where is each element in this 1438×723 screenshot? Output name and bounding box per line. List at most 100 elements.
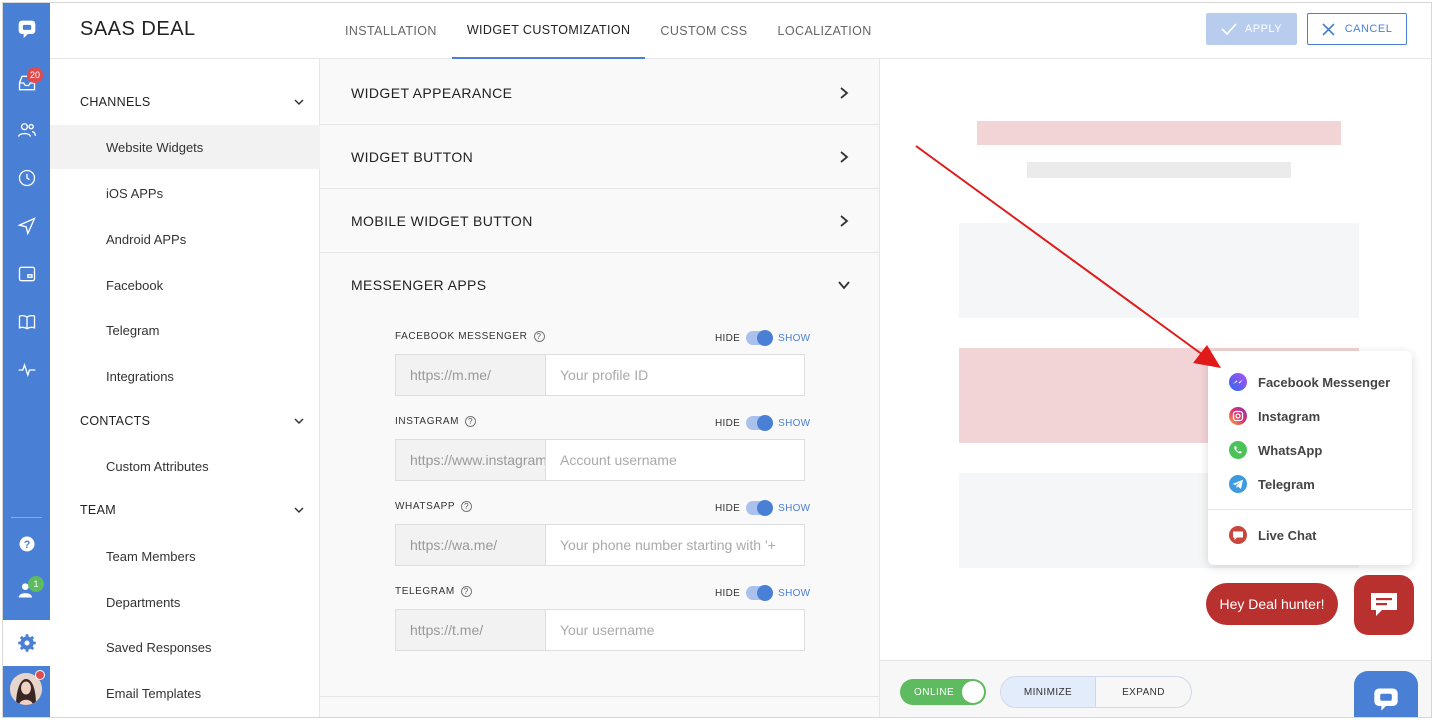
- telegram-icon: [1228, 474, 1248, 494]
- apply-button[interactable]: APPLY: [1206, 13, 1297, 45]
- send-icon[interactable]: [3, 206, 50, 246]
- placeholder-block: [959, 223, 1359, 318]
- accordion-title: WIDGET APPEARANCE: [351, 84, 513, 101]
- settings-gear-icon[interactable]: [3, 620, 50, 666]
- url-prefix: https://www.instagram.com/: [396, 440, 546, 480]
- cancel-button[interactable]: CANCEL: [1307, 13, 1407, 45]
- popup-live-chat[interactable]: Live Chat: [1228, 525, 1317, 545]
- sidebar-item-facebook[interactable]: Facebook: [50, 263, 320, 307]
- whatsapp-toggle[interactable]: [746, 500, 774, 516]
- popup-item-label: Instagram: [1258, 408, 1321, 424]
- popup-item-label: Live Chat: [1258, 527, 1317, 543]
- visitors-icon[interactable]: [3, 570, 50, 610]
- online-label: ONLINE: [914, 686, 955, 698]
- facebook-messenger-field: https://m.me/: [395, 354, 805, 396]
- facebook-messenger-toggle[interactable]: [746, 330, 774, 346]
- accordion-title: MOBILE WIDGET BUTTON: [351, 212, 533, 229]
- help-question-icon[interactable]: ?: [461, 501, 473, 512]
- sidebar-item-website-widgets[interactable]: Website Widgets: [50, 125, 320, 169]
- history-clock-icon[interactable]: [3, 158, 50, 198]
- facebook-messenger-label: FACEBOOK MESSENGER ?: [395, 331, 545, 342]
- placeholder-bar: [1027, 162, 1291, 178]
- chat-window-icon: [1374, 688, 1398, 711]
- live-chat-icon: [1228, 525, 1248, 545]
- whatsapp-field: https://wa.me/: [395, 524, 805, 566]
- accordion-widget-appearance[interactable]: WIDGET APPEARANCE: [320, 61, 880, 125]
- inbox-badge: 20: [27, 67, 44, 83]
- tab-localization[interactable]: LOCALIZATION: [763, 3, 887, 59]
- field-label-text: INSTAGRAM: [395, 416, 460, 427]
- widget-preview: Facebook Messenger Instagram WhatsApp Te…: [880, 59, 1431, 717]
- section-team-title: TEAM: [80, 503, 116, 517]
- sidebar-item-saved-responses[interactable]: Saved Responses: [50, 625, 320, 669]
- accordion-mobile-widget-button[interactable]: MOBILE WIDGET BUTTON: [320, 189, 880, 253]
- inbox-icon[interactable]: [3, 63, 50, 103]
- whatsapp-phone-input[interactable]: [546, 525, 804, 565]
- preview-controls: ONLINE MINIMIZE EXPAND: [880, 660, 1431, 717]
- sidebar-item-telegram[interactable]: Telegram: [50, 308, 320, 352]
- sidebar-item-ios-apps[interactable]: iOS APPs: [50, 171, 320, 215]
- help-question-icon[interactable]: ?: [465, 416, 477, 427]
- instagram-icon: [1228, 406, 1248, 426]
- section-team[interactable]: TEAM: [50, 495, 320, 525]
- sidebar-item-email-templates[interactable]: Email Templates: [50, 671, 320, 715]
- facebook-profile-input[interactable]: [546, 355, 804, 395]
- facebook-messenger-visibility: HIDE SHOW: [715, 330, 810, 346]
- sidebar-item-team-members[interactable]: Team Members: [50, 534, 320, 578]
- hide-label: HIDE: [715, 417, 741, 429]
- popup-telegram[interactable]: Telegram: [1228, 474, 1315, 494]
- popup-item-label: WhatsApp: [1258, 442, 1323, 458]
- activity-pulse-icon[interactable]: [3, 350, 50, 390]
- expand-button[interactable]: EXPAND: [1096, 677, 1191, 707]
- logo-icon[interactable]: [3, 9, 50, 49]
- online-toggle[interactable]: ONLINE: [900, 679, 986, 705]
- tab-bar: INSTALLATION WIDGET CUSTOMIZATION CUSTOM…: [330, 3, 887, 59]
- chevron-down-icon: [294, 418, 304, 425]
- close-icon: [1322, 22, 1335, 36]
- help-question-icon[interactable]: ?: [460, 586, 472, 597]
- tab-installation[interactable]: INSTALLATION: [330, 3, 452, 59]
- url-prefix: https://t.me/: [396, 610, 546, 650]
- instagram-username-input[interactable]: [546, 440, 804, 480]
- hide-label: HIDE: [715, 332, 741, 344]
- accordion-widget-button[interactable]: WIDGET BUTTON: [320, 125, 880, 189]
- show-label: SHOW: [778, 502, 811, 514]
- popup-instagram[interactable]: Instagram: [1228, 406, 1320, 426]
- knowledge-book-icon[interactable]: [3, 302, 50, 342]
- top-bar: SAAS DEAL INSTALLATION WIDGET CUSTOMIZAT…: [50, 3, 1431, 59]
- telegram-visibility: HIDE SHOW: [715, 585, 810, 601]
- cancel-label: CANCEL: [1344, 23, 1393, 35]
- app-window: 20 ? 1 SAAS DEAL INSTALLATION WIDGET CUS…: [2, 2, 1432, 718]
- chevron-right-icon: [840, 151, 849, 163]
- widget-window-icon[interactable]: [3, 254, 50, 294]
- telegram-field: https://t.me/: [395, 609, 805, 651]
- section-contacts-title: CONTACTS: [80, 414, 151, 428]
- popup-facebook-messenger[interactable]: Facebook Messenger: [1228, 372, 1390, 392]
- greeting-bubble[interactable]: Hey Deal hunter!: [1206, 583, 1338, 625]
- telegram-toggle[interactable]: [746, 585, 774, 601]
- popup-whatsapp[interactable]: WhatsApp: [1228, 440, 1322, 460]
- section-contacts[interactable]: CONTACTS: [50, 406, 320, 436]
- brand-title: SAAS DEAL: [80, 18, 196, 40]
- contacts-icon[interactable]: [3, 110, 50, 150]
- accordion-messenger-apps[interactable]: MESSENGER APPS: [320, 253, 880, 317]
- instagram-field: https://www.instagram.com/: [395, 439, 805, 481]
- tab-custom-css[interactable]: CUSTOM CSS: [645, 3, 762, 59]
- whatsapp-icon: [1228, 440, 1248, 460]
- sidebar-item-departments[interactable]: Departments: [50, 580, 320, 624]
- hide-label: HIDE: [715, 502, 741, 514]
- section-channels[interactable]: CHANNELS: [50, 87, 320, 117]
- sidebar-item-custom-attributes[interactable]: Custom Attributes: [50, 444, 320, 488]
- minimize-button[interactable]: MINIMIZE: [1001, 677, 1096, 707]
- sidebar-item-android-apps[interactable]: Android APPs: [50, 217, 320, 261]
- help-icon[interactable]: ?: [3, 524, 50, 564]
- help-question-icon[interactable]: ?: [533, 331, 545, 342]
- support-chat-button[interactable]: [1354, 671, 1418, 717]
- chat-launcher-button[interactable]: [1354, 575, 1414, 635]
- telegram-username-input[interactable]: [546, 610, 804, 650]
- accordion-title: WIDGET BUTTON: [351, 148, 474, 165]
- instagram-toggle[interactable]: [746, 415, 774, 431]
- sidebar-item-integrations[interactable]: Integrations: [50, 354, 320, 398]
- tab-widget-customization[interactable]: WIDGET CUSTOMIZATION: [451, 3, 646, 59]
- accordion-title: MESSENGER APPS: [351, 277, 487, 293]
